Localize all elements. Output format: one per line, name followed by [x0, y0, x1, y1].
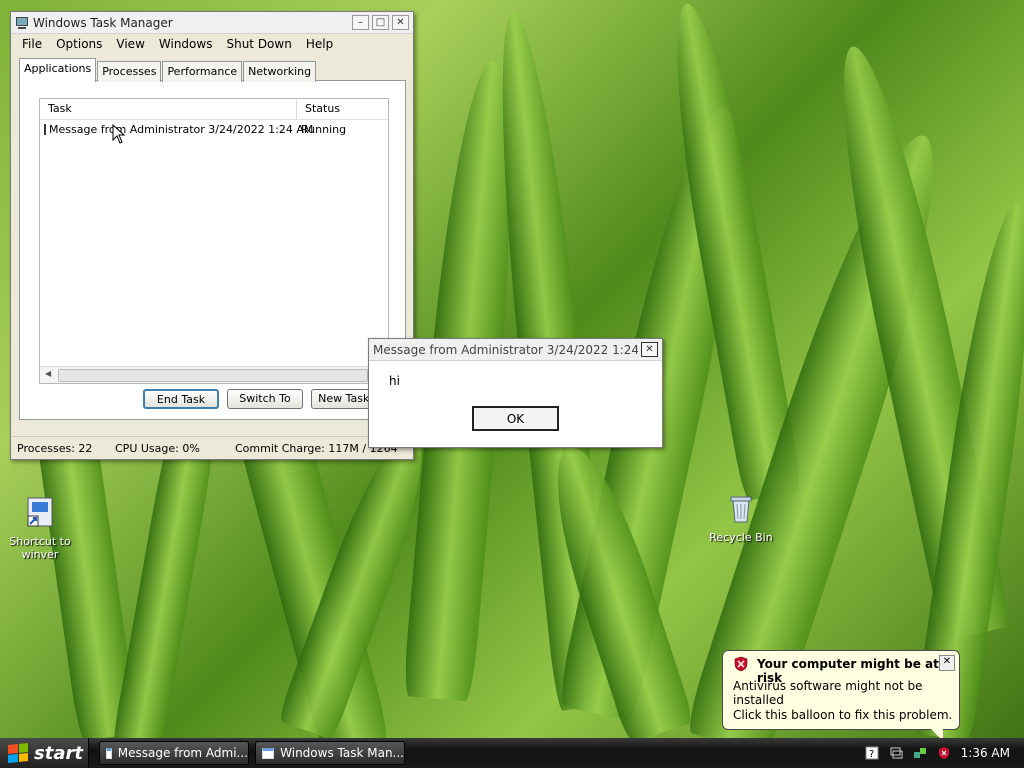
- task-status: Running: [301, 122, 347, 136]
- window-icon: [262, 747, 275, 759]
- message-text: hi: [389, 374, 400, 388]
- taskbar: start Message from Admi... Windows Task …: [0, 738, 1024, 768]
- switch-to-button[interactable]: Switch To: [227, 389, 303, 409]
- shortcut-icon: [27, 497, 53, 527]
- close-button[interactable]: ✕: [641, 342, 658, 357]
- desktop-icon-label: Recycle Bin: [709, 531, 773, 544]
- scrollbar-thumb[interactable]: [58, 369, 368, 382]
- windows-logo-icon: [8, 742, 28, 764]
- taskbar-button-label: Message from Admi...: [117, 746, 248, 760]
- tab-applications[interactable]: Applications: [19, 58, 97, 82]
- menu-file[interactable]: File: [15, 37, 49, 51]
- balloon-close-button[interactable]: ✕: [939, 655, 955, 671]
- close-button[interactable]: ✕: [392, 15, 409, 30]
- horizontal-scrollbar[interactable]: ◀: [40, 366, 388, 383]
- clock[interactable]: 1:36 AM: [961, 746, 1010, 760]
- status-bar: Processes: 22 CPU Usage: 0% Commit Charg…: [11, 436, 413, 459]
- maximize-button[interactable]: □: [372, 15, 389, 30]
- task-cell: Message from Administrator 3/24/2022 1:2…: [40, 123, 313, 136]
- task-manager-window: Windows Task Manager – □ ✕ File Options …: [10, 11, 414, 460]
- security-shield-icon[interactable]: [937, 746, 951, 760]
- task-manager-titlebar[interactable]: Windows Task Manager – □ ✕: [11, 12, 413, 34]
- window-icon: [106, 747, 112, 759]
- tab-networking[interactable]: Networking: [243, 61, 317, 82]
- task-list[interactable]: Task Status Message from Administrator 3…: [39, 98, 389, 384]
- message-dialog: Message from Administrator 3/24/2022 1:2…: [368, 338, 663, 448]
- task-list-header: Task Status: [40, 99, 388, 120]
- security-balloon[interactable]: Your computer might be at risk ✕ Antivir…: [722, 650, 960, 741]
- tab-processes[interactable]: Processes: [97, 61, 162, 82]
- tab-strip: Applications Processes Performance Netwo…: [19, 58, 317, 82]
- taskbar-button-label: Windows Task Man...: [280, 746, 404, 760]
- svg-text:?: ?: [869, 749, 874, 760]
- ok-button[interactable]: OK: [472, 406, 559, 431]
- start-button[interactable]: start: [0, 738, 89, 768]
- menu-view[interactable]: View: [109, 37, 151, 51]
- column-header-status[interactable]: Status: [297, 99, 348, 119]
- menu-options[interactable]: Options: [49, 37, 109, 51]
- desktop-icon-shortcut-winver[interactable]: Shortcut to winver: [2, 496, 78, 561]
- mouse-cursor-icon: [112, 124, 126, 144]
- desktop-icon-recycle-bin[interactable]: Recycle Bin: [703, 492, 779, 544]
- system-tray: ? 1:36 AM: [854, 738, 1024, 768]
- window-icon: [44, 123, 46, 135]
- column-header-task[interactable]: Task: [40, 99, 297, 119]
- taskbar-button-task-manager[interactable]: Windows Task Man...: [255, 741, 405, 765]
- scroll-left-icon[interactable]: ◀: [45, 369, 51, 378]
- recycle-bin-icon: [730, 496, 752, 523]
- message-dialog-title: Message from Administrator 3/24/2022 1:2…: [373, 342, 638, 357]
- start-label: start: [34, 742, 83, 764]
- minimize-button[interactable]: –: [352, 15, 369, 30]
- task-name: Message from Administrator 3/24/2022 1:2…: [49, 122, 314, 136]
- tab-performance[interactable]: Performance: [162, 61, 243, 82]
- message-dialog-titlebar[interactable]: Message from Administrator 3/24/2022 1:2…: [369, 339, 662, 361]
- balloon-text: Antivirus software might not be installe…: [733, 679, 923, 707]
- network-icon[interactable]: [913, 746, 927, 760]
- security-shield-icon: [734, 656, 748, 672]
- task-manager-app-icon: [16, 16, 28, 29]
- balloon-action-text: Click this balloon to fix this problem.: [733, 708, 953, 722]
- help-icon[interactable]: ?: [865, 746, 879, 760]
- table-row[interactable]: Message from Administrator 3/24/2022 1:2…: [40, 120, 388, 138]
- display-icon[interactable]: [889, 746, 903, 760]
- menu-bar: File Options View Windows Shut Down Help: [11, 34, 413, 54]
- menu-windows[interactable]: Windows: [152, 37, 220, 51]
- taskbar-button-message[interactable]: Message from Admi...: [99, 741, 249, 765]
- end-task-button[interactable]: End Task: [143, 389, 219, 409]
- desktop-icon-label: Shortcut to winver: [9, 535, 71, 561]
- window-title: Windows Task Manager: [33, 15, 173, 30]
- status-cpu-usage: CPU Usage: 0%: [115, 441, 200, 455]
- status-processes: Processes: 22: [17, 441, 93, 455]
- menu-shut-down[interactable]: Shut Down: [219, 37, 298, 51]
- menu-help[interactable]: Help: [299, 37, 340, 51]
